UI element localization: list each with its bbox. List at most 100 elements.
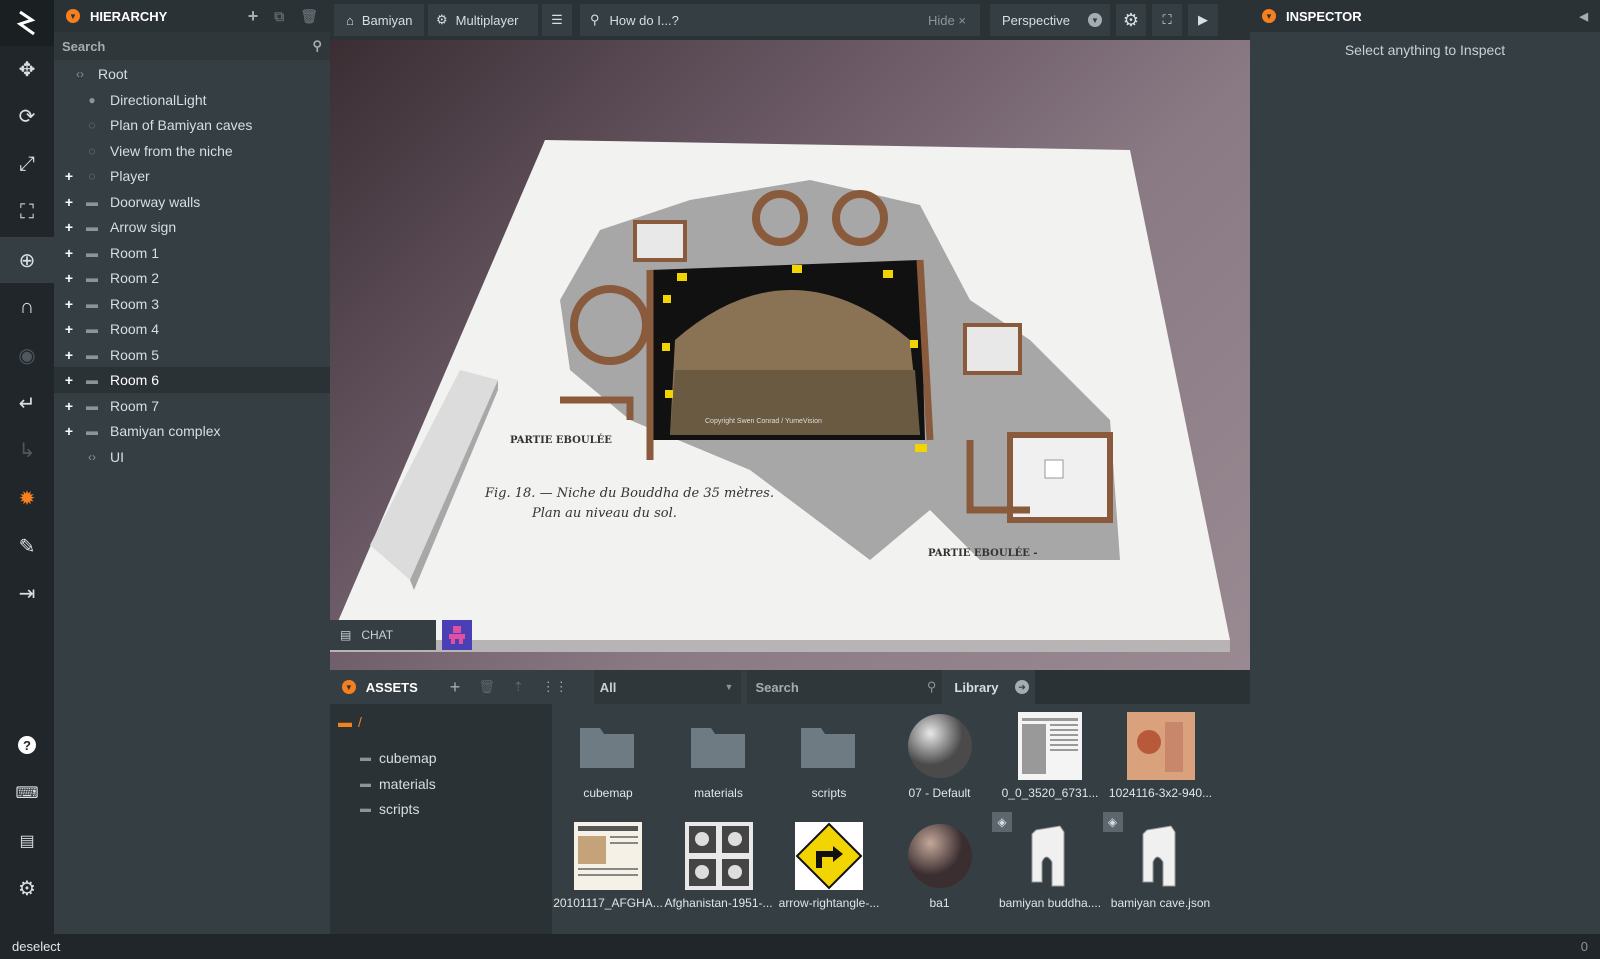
asset-item[interactable]: 20101117_AFGHA... [552,814,664,914]
hierarchy-search[interactable]: Search ⚲ [54,32,330,60]
collapse-left-icon[interactable]: ◀ [1580,10,1588,23]
inspector-header: ▼ INSPECTOR ◀ [1250,0,1600,32]
logo-icon[interactable] [0,0,54,46]
view-tool-icon[interactable]: ◉ [0,332,54,378]
asset-item[interactable]: 1024116-3x2-940... [1105,704,1217,804]
redo-icon[interactable]: ↳ [0,427,54,473]
chat-icon[interactable]: ▤ [0,818,54,864]
settings-gear-icon[interactable]: ⚙ [0,865,54,911]
tree-item[interactable]: + ▬ Room 5 [54,342,330,368]
folder-thumbnail [795,712,863,780]
tree-item[interactable]: + ◌ Player [54,163,330,189]
settings-icon[interactable]: ⚙ [1116,4,1146,36]
export-icon[interactable]: ⇥ [0,570,54,616]
tree-item[interactable]: ‹› Root [54,61,330,87]
asset-search-input[interactable]: Search ⚲ [747,670,943,704]
up-folder-icon[interactable]: ⇡ [513,679,524,695]
expand-icon[interactable]: + [62,270,76,286]
list-icon[interactable]: ☰ [542,4,572,36]
resize-tool-icon[interactable]: ⛶ [0,189,54,235]
folder-tree-item[interactable]: ▬ scripts [360,801,419,817]
tree-item[interactable]: ● DirectionalLight [54,87,330,113]
expand-icon[interactable]: + [62,245,76,261]
world-tool-icon[interactable]: ⊕ [0,237,54,283]
asset-label: cubemap [583,786,633,800]
library-button[interactable]: Library ➜ [944,670,1035,704]
delete-icon[interactable]: 🗑 [300,8,318,25]
tree-item[interactable]: + ▬ Room 1 [54,240,330,266]
scale-tool-icon[interactable]: ⤢ [0,141,54,187]
tree-item[interactable]: + ▬ Arrow sign [54,214,330,240]
user-avatar[interactable] [442,620,472,650]
add-asset-icon[interactable]: + [450,677,461,698]
expand-icon[interactable]: + [62,347,76,363]
howdoi-bar[interactable]: ⚲ How do I...? Hide × [580,4,980,36]
fullscreen-icon[interactable]: ⛶ [1152,4,1182,36]
tree-item[interactable]: + ▬ Room 3 [54,291,330,317]
asset-item[interactable]: arrow-rightangle-... [773,814,885,914]
rotate-tool-icon[interactable]: ⟳ [0,93,54,139]
tool-sidebar: ✥ ⟳ ⤢ ⛶ ⊕ ∩ ◉ ↵ ↳ ✹ ✎ ⇥ ? ⌨ ▤ ⚙ [0,0,54,934]
expand-icon[interactable]: + [62,194,76,210]
assets-panel: ▼ ASSETS + 🗑 ⇡ ⋮⋮ All ▼ Search ⚲ Library… [330,670,1250,934]
asset-item[interactable]: materials [663,704,775,804]
magnet-tool-icon[interactable]: ∩ [0,284,54,330]
asset-item[interactable]: ◈ bamiyan cave.json [1102,812,1217,914]
expand-icon[interactable]: + [62,219,76,235]
undo-icon[interactable]: ↵ [0,380,54,426]
asset-item[interactable]: scripts [773,704,885,804]
help-icon[interactable]: ? [0,722,54,768]
asset-filter-label: All [599,679,617,695]
scene-viewport[interactable]: Fig. 18. — Niche du Bouddha de 35 mètres… [330,40,1250,706]
project-button[interactable]: ⌂ Bamiyan [334,4,424,36]
folder-tree-item[interactable]: ▬ materials [360,776,436,792]
edit-icon[interactable]: ✎ [0,523,54,569]
tree-item[interactable]: + ▬ Bamiyan complex [54,418,330,444]
collapse-icon[interactable]: ▼ [1262,9,1276,23]
expand-icon[interactable]: + [62,372,76,388]
tree-item[interactable]: + ▬ Room 7 [54,393,330,419]
asset-item[interactable]: ◈ bamiyan buddha.... [992,812,1106,914]
asset-item[interactable]: 07 - Default [884,704,996,804]
hide-button[interactable]: Hide × [928,13,966,28]
root-folder[interactable]: ▬ / [338,714,362,730]
asset-filter-select[interactable]: All ▼ [593,670,742,704]
folder-tree-item[interactable]: ▬ cubemap [360,750,437,766]
asset-item[interactable]: ba1 [884,814,996,914]
tree-item[interactable]: ◌ View from the niche [54,138,330,164]
expand-icon[interactable]: + [62,398,76,414]
light-bulb-icon[interactable]: ✹ [0,475,54,521]
asset-item[interactable]: 0_0_3520_6731... [994,704,1106,804]
expand-icon[interactable]: + [62,321,76,337]
collapse-icon[interactable]: ▼ [342,680,356,694]
collapse-icon[interactable]: ▼ [66,9,80,23]
add-entity-icon[interactable]: + [248,6,259,27]
delete-asset-icon[interactable]: 🗑 [478,679,495,695]
sphere-stone-thumbnail [906,822,974,890]
expand-icon[interactable]: + [62,423,76,439]
camera-select[interactable]: Perspective ▼ [990,4,1110,36]
tree-item[interactable]: ◌ Plan of Bamiyan caves [54,112,330,138]
tree-item[interactable]: + ▬ Room 2 [54,265,330,291]
tree-item-label: Room 1 [110,244,160,261]
folder-icon: ▬ [86,322,98,336]
play-icon[interactable]: ▶ [1188,4,1218,36]
gear-icon: ⚙ [436,12,448,27]
asset-item[interactable]: cubemap [552,704,664,804]
tree-item[interactable]: + ▬ Doorway walls [54,189,330,215]
tree-item[interactable]: + ▬ Room 6 [54,367,330,393]
grid-view-icon[interactable]: ⋮⋮ [542,679,568,695]
chat-tab[interactable]: ▤ CHAT [330,620,436,650]
duplicate-icon[interactable]: ⧉ [274,8,284,25]
howdoi-input[interactable]: How do I...? [610,13,679,28]
multiplayer-button[interactable]: ⚙ Multiplayer [428,4,538,36]
expand-icon[interactable]: + [62,296,76,312]
move-tool-icon[interactable]: ✥ [0,46,54,92]
expand-icon[interactable]: + [62,168,76,184]
tree-item[interactable]: + ▬ Room 4 [54,316,330,342]
hierarchy-search-input[interactable]: Search [62,39,105,54]
asset-item[interactable]: Afghanistan-1951-... [663,814,775,914]
tree-item[interactable]: ‹› UI [54,444,330,470]
keyboard-icon[interactable]: ⌨ [0,770,54,816]
plan-label-partie-2: PARTIE EBOULÉE - [928,548,1038,559]
